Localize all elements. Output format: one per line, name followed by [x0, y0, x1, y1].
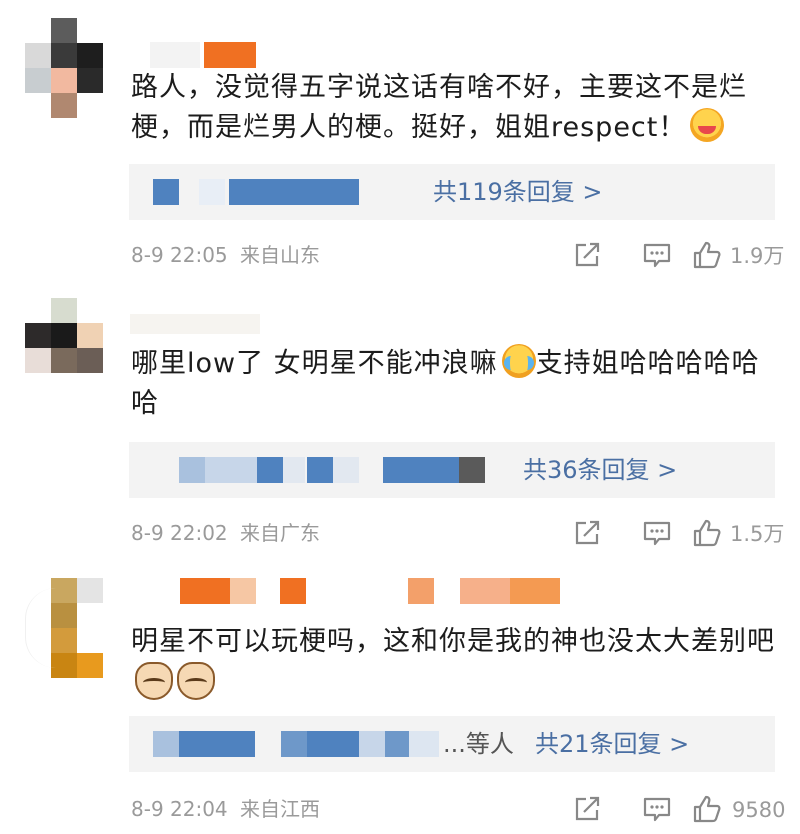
username-censored[interactable] [150, 42, 260, 68]
avatar[interactable] [25, 578, 103, 678]
comment-text: 哪里low了 女明星不能冲浪嘛 支持姐哈哈哈哈哈哈 [131, 344, 781, 424]
replies-box[interactable]: ...等人 共21条回复 > [129, 716, 775, 772]
like-count: 1.9万 [730, 244, 785, 268]
avatar[interactable] [25, 298, 103, 398]
like-icon[interactable] [692, 794, 722, 824]
location: 来自广东 [240, 521, 321, 545]
like-icon[interactable] [692, 240, 722, 270]
view-replies-link[interactable]: 共36条回复 > [523, 442, 677, 498]
comment-icon[interactable] [642, 794, 672, 824]
comment-actions: 1.9万 [540, 240, 800, 276]
comment-meta: 8-9 22:04 来自江西 [131, 794, 320, 824]
share-icon[interactable] [572, 518, 602, 548]
blush-face-icon [690, 108, 725, 142]
cat-face-icon [135, 662, 173, 700]
timestamp: 8-9 22:02 [131, 521, 228, 545]
location: 来自江西 [240, 797, 321, 821]
share-icon[interactable] [572, 794, 602, 824]
comment-actions: 9580 [540, 794, 800, 830]
comment-2: 哪里low了 女明星不能冲浪嘛 支持姐哈哈哈哈哈哈 共36条回复 > 8-9 22… [0, 278, 800, 556]
comment-1: 路人，没觉得五字说这话有啥不好，主要这不是烂梗，而是烂男人的梗。挺好，姐姐res… [0, 0, 800, 278]
comment-icon[interactable] [642, 518, 672, 548]
timestamp: 8-9 22:05 [131, 243, 228, 267]
avatar[interactable] [25, 18, 103, 118]
location: 来自山东 [240, 243, 321, 267]
share-icon[interactable] [572, 240, 602, 270]
replies-box[interactable]: 共119条回复 > [129, 164, 775, 220]
view-replies-link[interactable]: 共21条回复 > [535, 716, 689, 772]
comment-text: 路人，没觉得五字说这话有啥不好，主要这不是烂梗，而是烂男人的梗。挺好，姐姐res… [131, 72, 747, 143]
view-replies-link[interactable]: 共119条回复 > [433, 164, 603, 220]
username-censored[interactable] [130, 314, 270, 340]
comment-text: 明星不可以玩梗吗，这和你是我的神也没太大差别吧 [131, 622, 781, 706]
comment-3: 明星不可以玩梗吗，这和你是我的神也没太大差别吧 ...等人 共21条回复 > 8… [0, 556, 800, 834]
like-count: 9580 [732, 798, 786, 822]
comment-meta: 8-9 22:05 来自山东 [131, 240, 320, 270]
crying-laughing-face-icon [501, 344, 536, 378]
cat-face-icon [177, 662, 215, 700]
replies-box[interactable]: 共36条回复 > [129, 442, 775, 498]
comment-actions: 1.5万 [540, 518, 800, 554]
timestamp: 8-9 22:04 [131, 797, 228, 821]
like-count: 1.5万 [730, 522, 785, 546]
username-censored[interactable] [150, 578, 570, 604]
comment-icon[interactable] [642, 240, 672, 270]
comment-meta: 8-9 22:02 来自广东 [131, 518, 320, 548]
reply-users-suffix: ...等人 [443, 730, 514, 758]
like-icon[interactable] [692, 518, 722, 548]
